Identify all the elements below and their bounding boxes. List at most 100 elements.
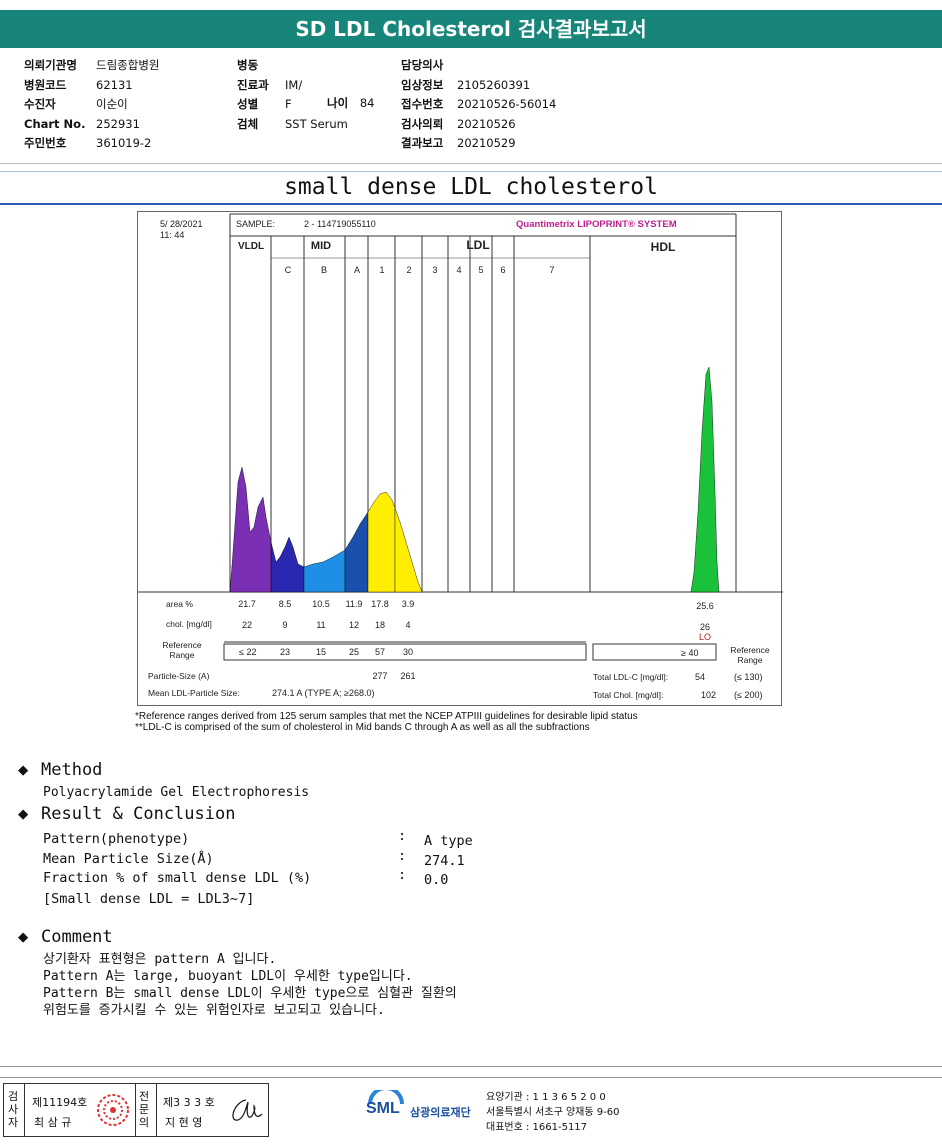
sml-logo-text: SML (366, 1100, 400, 1117)
page-title: small dense LDL cholesterol (284, 174, 658, 200)
particle-value: 261 (400, 671, 415, 681)
tester-label: 검사자 (7, 1090, 19, 1129)
method-text: Polyacrylamide Gel Electrophoresis (43, 785, 310, 800)
info-label: 의뢰기관명 (24, 58, 77, 72)
age-label: 나이 (327, 96, 349, 110)
info-value: 2105260391 (457, 77, 531, 92)
ref-value: 57 (375, 647, 385, 657)
info-value: 드림종합병원 (96, 58, 160, 72)
total-ldl-label: Total LDL-C [mg/dl]: (593, 672, 668, 682)
area-row-label: area % (166, 599, 193, 609)
chol-row-label: chol. [mg/dl] (166, 619, 212, 629)
band-label: 3 (432, 265, 437, 275)
area-value: 3.9 (402, 599, 415, 609)
area-ldl-1 (367, 491, 396, 593)
diamond-icon: ◆ (18, 760, 29, 780)
lab-address: 서울특별시 서초구 양재동 9-60 (486, 1107, 620, 1118)
brand-label: Quantimetrix LIPOPRINT® SYSTEM (516, 219, 677, 230)
band-label: 5 (478, 265, 483, 275)
info-label: 주민번호 (24, 136, 67, 150)
info-value: F (285, 97, 292, 111)
tester-license-no: 제11194호 (32, 1096, 88, 1109)
ref-label-line1: Reference (162, 640, 201, 650)
total-chol-value: 102 (701, 690, 716, 700)
chol-value: 12 (349, 620, 359, 630)
patient-info-col1: 의뢰기관명 드림종합병원 병원코드 62131 수진자 이순이 Chart No. 25293… (24, 56, 159, 154)
ref-value: 30 (403, 647, 413, 657)
title-underline (0, 203, 942, 205)
info-value: IM/ (285, 77, 303, 92)
area-value: 17.8 (371, 599, 389, 609)
band-label: 4 (456, 265, 461, 275)
ref-value: 23 (280, 647, 290, 657)
chart-time: 11: 44 (160, 230, 184, 240)
hdl-chol-value: 26 (700, 622, 710, 632)
result-colon: : (398, 828, 407, 844)
ref-label-line2: Range (169, 650, 194, 660)
chol-value: 18 (375, 620, 385, 630)
result-colon: : (398, 847, 407, 864)
age-field: 나이 84 (327, 95, 374, 111)
info-value: 20210526-56014 (457, 97, 557, 111)
info-row: 주민번호 361019-2 (24, 134, 159, 154)
group-label-mid: MID (311, 240, 331, 252)
mean-size-value: 274.1 A (TYPE A; ≥268.0) (272, 688, 375, 698)
band-label: 1 (379, 265, 384, 275)
chol-value: 22 (242, 620, 252, 630)
report-title-banner: SD LDL Cholesterol 검사결과보고서 (0, 10, 942, 48)
info-value: 이순이 (96, 97, 128, 111)
comment-line: 위험도를 증가시킬 수 있는 위험인자로 보고되고 있습니다. (43, 1003, 385, 1018)
band-label: 6 (500, 265, 505, 275)
expert-label: 전문의 (138, 1090, 150, 1129)
hdl-ref-value: ≥ 40 (681, 648, 698, 658)
result-value: 274.1 (424, 852, 465, 869)
ref-right-line1: Reference (730, 645, 769, 655)
chart-date: 5/ 28/2021 (160, 219, 203, 229)
result-label: Mean Particle Size(Å) (43, 850, 214, 867)
info-row: 수진자 이순이 (24, 95, 159, 115)
result-value: A type (424, 833, 473, 849)
info-label: 접수번호 (401, 97, 444, 111)
band-label: 7 (549, 265, 554, 275)
chol-value: 11 (316, 620, 325, 630)
total-ldl-value: 54 (695, 672, 705, 682)
patient-info-col3: 담당의사임상정보 2105260391 접수번호 20210526-56014 검사의뢰… (401, 56, 556, 154)
band-label: C (285, 265, 292, 275)
signature-box: 검사자 제11194호 최 삼 규 전문의 제3 3 3 호 지 현 영 (3, 1083, 269, 1137)
particle-label: Particle-Size (A) (148, 671, 210, 681)
tester-seal-icon (97, 1094, 129, 1126)
lab-code: 요양기관 : 1 1 3 6 5 2 0 0 (486, 1092, 606, 1103)
info-label: 검체 (237, 116, 259, 131)
footnote-1: *Reference ranges derived from 125 serum… (135, 711, 638, 722)
info-row: 담당의사 (401, 56, 556, 76)
info-row: 검사의뢰 20210526 (401, 115, 556, 135)
group-label-hdl: HDL (651, 240, 676, 254)
tester-name: 최 삼 규 (34, 1116, 72, 1129)
lab-phone: 대표번호 : 1661-5117 (486, 1122, 588, 1133)
divider (0, 171, 942, 172)
info-label: 병동 (237, 58, 259, 72)
info-value: 361019-2 (96, 136, 152, 150)
info-row: 검체 SST Serum (237, 115, 348, 135)
group-label-ldl: LDL (466, 238, 489, 252)
area-value: 21.7 (238, 599, 256, 609)
result-label: Pattern(phenotype) (43, 831, 190, 847)
result-note: [Small dense LDL = LDL3~7] (43, 891, 255, 907)
signature-icon (232, 1099, 263, 1121)
footnotes: *Reference ranges derived from 125 serum… (135, 711, 638, 733)
info-value: 20210529 (457, 136, 516, 150)
band-label: 2 (406, 265, 411, 275)
info-label: 담당의사 (401, 58, 444, 72)
info-value: 252931 (96, 116, 140, 131)
diamond-icon: ◆ (18, 804, 29, 824)
area-value: 11.9 (346, 599, 363, 609)
area-mid-b (303, 549, 346, 593)
chol-value: 9 (282, 620, 287, 630)
result-value: 0.0 (424, 872, 449, 888)
info-row: 임상정보 2105260391 (401, 76, 556, 96)
comment-heading: ◆ Comment (18, 927, 113, 947)
area-vldl (229, 466, 272, 593)
area-ldl-2 (394, 507, 423, 593)
info-row: 결과보고 20210529 (401, 134, 556, 154)
info-row: 접수번호 20210526-56014 (401, 95, 556, 115)
